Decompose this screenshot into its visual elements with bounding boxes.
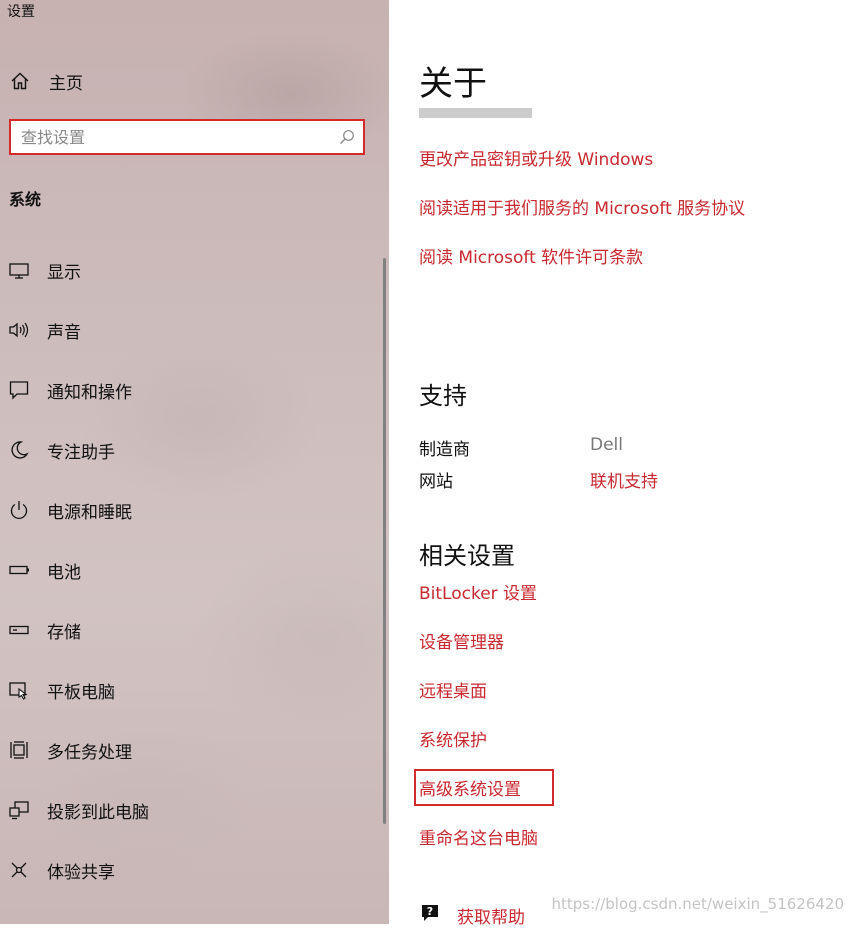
rename-pc-link[interactable]: 重命名这台电脑 xyxy=(419,824,538,849)
battery-icon xyxy=(6,558,32,582)
project-icon xyxy=(6,798,32,822)
sidebar-item-label: 多任务处理 xyxy=(47,742,132,763)
sidebar-item-project-to-pc[interactable]: 投影到此电脑 xyxy=(6,790,376,830)
watermark: https://blog.csdn.net/weixin_51626420 xyxy=(551,895,844,913)
search-input[interactable] xyxy=(21,121,321,153)
sidebar-item-multitasking[interactable]: 多任务处理 xyxy=(6,730,376,770)
svg-text:?: ? xyxy=(427,905,433,918)
sidebar-section-heading: 系统 xyxy=(9,190,42,209)
moon-icon xyxy=(6,438,32,462)
sidebar-item-storage[interactable]: 存储 xyxy=(6,610,376,650)
license-terms-link[interactable]: 阅读 Microsoft 软件许可条款 xyxy=(419,243,643,268)
search-box[interactable] xyxy=(9,119,365,155)
title-underline xyxy=(419,108,532,118)
home-icon xyxy=(8,69,32,93)
sidebar-item-label: 平板电脑 xyxy=(47,682,115,703)
online-support-link[interactable]: 联机支持 xyxy=(590,467,658,492)
sidebar-item-display[interactable]: 显示 xyxy=(6,250,376,290)
related-settings-heading: 相关设置 xyxy=(419,542,515,570)
manufacturer-label: 制造商 xyxy=(419,440,470,460)
sidebar-item-notifications[interactable]: 通知和操作 xyxy=(6,370,376,410)
advanced-system-settings-link[interactable]: 高级系统设置 xyxy=(419,775,521,800)
monitor-icon xyxy=(6,258,32,282)
storage-icon xyxy=(6,618,32,642)
share-icon xyxy=(6,858,32,882)
sidebar-item-label: 投影到此电脑 xyxy=(47,802,149,823)
sidebar-item-label: 显示 xyxy=(47,262,81,283)
bitlocker-settings-link[interactable]: BitLocker 设置 xyxy=(419,579,537,604)
sidebar-item-focus-assist[interactable]: 专注助手 xyxy=(6,430,376,470)
manufacturer-value: Dell xyxy=(590,435,623,455)
tablet-icon xyxy=(6,678,32,702)
page-title: 关于 xyxy=(419,64,487,104)
sidebar-item-label: 电池 xyxy=(47,562,81,583)
notification-icon xyxy=(6,378,32,402)
sidebar-item-label: 体验共享 xyxy=(47,862,115,883)
system-protection-link[interactable]: 系统保护 xyxy=(419,726,487,751)
speaker-icon xyxy=(6,318,32,342)
sidebar-item-label: 存储 xyxy=(47,622,81,643)
sidebar-item-label: 声音 xyxy=(47,322,81,343)
get-help-link[interactable]: ? 获取帮助 xyxy=(419,902,525,928)
sidebar-item-label: 专注助手 xyxy=(47,442,115,463)
multitask-icon xyxy=(6,738,32,762)
website-label: 网站 xyxy=(419,472,453,492)
window-title: 设置 xyxy=(7,4,35,20)
remote-desktop-link[interactable]: 远程桌面 xyxy=(419,677,487,702)
sidebar-home-button[interactable]: 主页 xyxy=(8,64,83,98)
search-icon[interactable] xyxy=(339,129,355,145)
change-product-key-link[interactable]: 更改产品密钥或升级 Windows xyxy=(419,145,653,170)
sidebar-item-power-sleep[interactable]: 电源和睡眠 xyxy=(6,490,376,530)
sidebar-item-tablet[interactable]: 平板电脑 xyxy=(6,670,376,710)
sidebar-item-label: 通知和操作 xyxy=(47,382,132,403)
sidebar: 设置 主页 系统 显示 声音 通知和操作 专注助手 xyxy=(0,0,389,924)
sidebar-home-label: 主页 xyxy=(49,73,83,94)
main-content: 关于 更改产品密钥或升级 Windows 阅读适用于我们服务的 Microsof… xyxy=(389,0,852,928)
device-manager-link[interactable]: 设备管理器 xyxy=(419,628,504,653)
sidebar-item-shared-experiences[interactable]: 体验共享 xyxy=(6,850,376,890)
help-icon: ? xyxy=(419,902,441,928)
sidebar-scrollbar[interactable] xyxy=(383,258,386,824)
services-agreement-link[interactable]: 阅读适用于我们服务的 Microsoft 服务协议 xyxy=(419,194,745,219)
support-heading: 支持 xyxy=(419,382,467,410)
sidebar-item-sound[interactable]: 声音 xyxy=(6,310,376,350)
sidebar-item-battery[interactable]: 电池 xyxy=(6,550,376,590)
power-icon xyxy=(6,498,32,522)
sidebar-item-label: 电源和睡眠 xyxy=(47,502,132,523)
